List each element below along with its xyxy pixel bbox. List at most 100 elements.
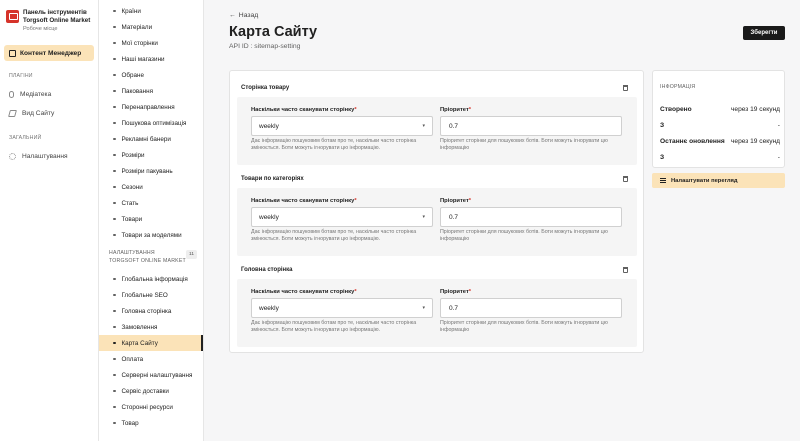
tree-item-sitemap[interactable]: Карта Сайту [99,335,203,351]
bullet-icon [113,277,116,281]
priority-help: Пріоритет сторінки для пошукових ботів. … [440,229,608,242]
bullet-icon [113,293,116,297]
bullet-icon [113,309,116,313]
nav-site-view-label: Вид Сайту [22,110,55,117]
info-key: Останнє оновлення [660,138,725,145]
save-button[interactable]: Зберегти [743,26,785,40]
back-link[interactable]: ← Назад [229,12,258,19]
bullet-icon [113,405,116,409]
freq-select[interactable]: weekly ▾ [251,207,433,227]
main-sidebar: Панель інструментів Torgsoft Online Mark… [0,0,99,441]
bullet-icon [113,25,116,29]
gear-icon [9,153,16,160]
trash-icon[interactable] [623,85,628,91]
tree-item-label: Обране [121,71,145,79]
bullet-icon [113,57,116,61]
bullet-icon [113,325,116,329]
section-title: Головна сторінка [241,267,293,273]
bullet-icon [113,357,116,361]
tree-item-sizes[interactable]: Розміри [99,147,203,163]
tree-item-countries[interactable]: Країни [99,3,203,19]
tree-item-gender[interactable]: Стать [99,195,203,211]
bullet-icon [113,41,116,45]
api-id: API ID : sitemap-setting [229,43,301,50]
nav-settings-label: Налаштування [22,153,68,160]
tree-item-products-by-model[interactable]: Товари за моделями [99,227,203,243]
tree-item-orders[interactable]: Замовлення [99,319,203,335]
paperclip-icon [9,91,14,98]
bullet-icon [113,421,116,425]
sitemap-form-card: Сторінка товару Наскільки часто скануват… [229,70,644,353]
tree-item-payment[interactable]: Оплата [99,351,203,367]
tree-group-title-line2: TORGSOFT ONLINE MARKET [109,258,186,264]
back-label: Назад [238,12,259,19]
tree-group-settings[interactable]: НАЛАШТУВАННЯ TORGSOFT ONLINE MARKET 11 [99,243,203,271]
tree-item-label: Країни [121,7,141,15]
bullet-icon [113,233,116,237]
tree-item-label: Глобальне SEO [121,291,168,299]
bullet-icon [113,105,116,109]
list-icon [660,178,666,183]
priority-input[interactable]: 0.7 [440,207,622,227]
tree-item-home-page[interactable]: Головна сторінка [99,303,203,319]
tree-item-delivery[interactable]: Сервіс доставки [99,383,203,399]
tree-item-banners[interactable]: Рекламні банери [99,131,203,147]
tree-item-packaging[interactable]: Паковання [99,83,203,99]
tree-item-our-stores[interactable]: Наші магазини [99,51,203,67]
info-row-created-by: З- [660,122,780,129]
bullet-icon [113,185,116,189]
tree-group-title-line1: НАЛАШТУВАННЯ [109,250,155,256]
tree-group-count-badge: 11 [186,250,197,259]
priority-input[interactable]: 0.7 [440,298,622,318]
info-title: ІНФОРМАЦІЯ [660,84,696,90]
tree-item-global-info[interactable]: Глобальна інформація [99,271,203,287]
tree-item-label: Оплата [121,355,144,363]
brand-subtitle: Робоче місце [23,26,58,32]
tree-item-materials[interactable]: Матеріали [99,19,203,35]
info-row-updated: Останнє оновлення через 19 секунд [660,138,780,145]
tree-item-global-seo[interactable]: Глобальне SEO [99,287,203,303]
trash-icon[interactable] [623,267,628,273]
tree-item-third-party[interactable]: Сторонні ресурси [99,399,203,415]
nav-settings[interactable]: Налаштування [0,147,98,166]
brand-title-line1: Панель інструментів [23,9,87,16]
freq-select[interactable]: weekly ▾ [251,116,433,136]
tree-item-label: Наші магазини [121,55,165,63]
info-value: через 19 секунд [730,138,780,145]
freq-select[interactable]: weekly ▾ [251,298,433,318]
nav-media-library[interactable]: Медіатека [0,85,98,104]
section-panel: Наскільки часто сканувати сторінку* week… [237,97,637,165]
customize-view-button[interactable]: Налаштувати перегляд [652,173,785,188]
tree-item-package-sizes[interactable]: Розміри пакувань [99,163,203,179]
tree-item-server-settings[interactable]: Серверні налаштування [99,367,203,383]
bullet-icon [113,373,116,377]
tree-item-label: Матеріали [121,23,153,31]
tree-item-seo[interactable]: Пошукова оптимізація [99,115,203,131]
tree-item-redirects[interactable]: Перенаправлення [99,99,203,115]
tree-item-label: Мої сторінки [121,39,158,47]
info-row-updated-by: З- [660,154,780,161]
tree-item-my-pages[interactable]: Мої сторінки [99,35,203,51]
customize-view-label: Налаштувати перегляд [671,177,738,184]
tree-item-products[interactable]: Товари [99,211,203,227]
priority-help: Пріоритет сторінки для пошукових ботів. … [440,138,608,151]
tree-item-label: Карта Сайту [121,339,158,347]
tree-item-seasons[interactable]: Сезони [99,179,203,195]
nav-site-view[interactable]: Вид Сайту [0,104,98,123]
main-content: ← Назад Карта Сайту API ID : sitemap-sett… [204,0,800,441]
tree-item-label: Сервіс доставки [121,387,169,395]
bullet-icon [113,389,116,393]
freq-help: Дає інформацію пошуковим ботам про те, н… [251,320,417,333]
general-heading: ЗАГАЛЬНИЙ [9,135,42,141]
tree-item-label: Замовлення [121,323,158,331]
tree-item-product[interactable]: Товар [99,415,203,431]
nav-content-manager[interactable]: Контент Менеджер [4,45,94,61]
nav-content-manager-label: Контент Менеджер [20,49,82,57]
bullet-icon [113,89,116,93]
bullet-icon [113,341,116,345]
bullet-icon [113,121,116,125]
tree-item-favorites[interactable]: Обране [99,67,203,83]
trash-icon[interactable] [623,176,628,182]
priority-input[interactable]: 0.7 [440,116,622,136]
info-key: З [660,154,665,161]
